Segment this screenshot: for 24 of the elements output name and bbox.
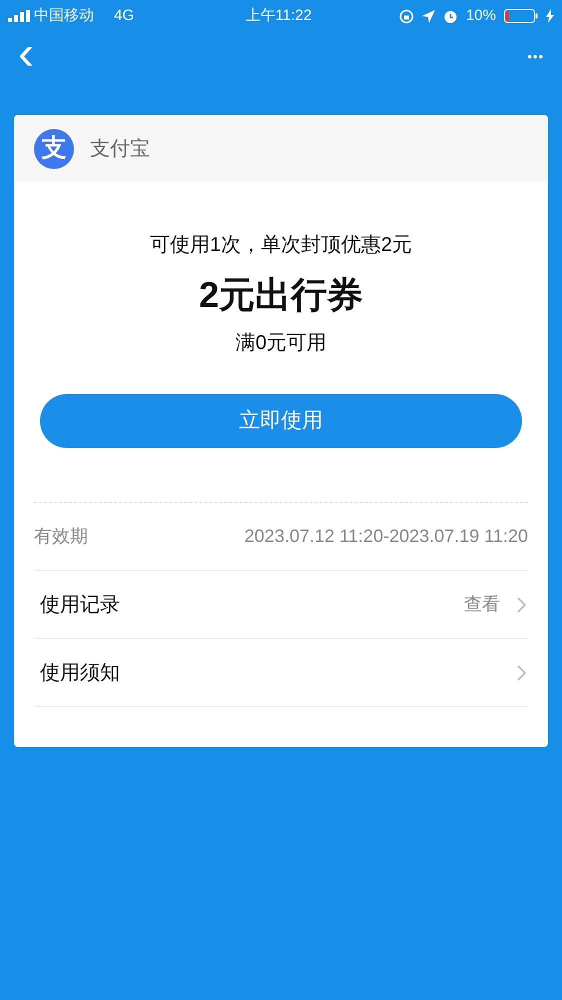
battery-icon — [504, 9, 538, 23]
brand-logo: 支 — [34, 128, 74, 168]
chevron-right-icon — [516, 664, 528, 682]
coupon-subtitle: 可使用1次，单次封顶优惠2元 — [150, 233, 412, 258]
validity-period: 2023.07.12 11:20-2023.07.19 11:20 — [244, 525, 528, 548]
location-icon — [422, 10, 435, 22]
validity-label: 有效期 — [34, 525, 88, 548]
list-item[interactable]: 使用记录 查看 — [34, 571, 528, 639]
brand-name: 支付宝 — [90, 136, 150, 162]
more-button[interactable]: ••• — [527, 47, 544, 67]
charging-icon — [546, 9, 554, 23]
signal-icon — [8, 10, 30, 22]
chevron-right-icon — [516, 596, 528, 614]
alarm-icon — [442, 8, 458, 24]
rotation-lock-icon — [398, 8, 414, 24]
use-now-button[interactable]: 立即使用 — [40, 394, 522, 448]
battery-percent: 10% — [466, 6, 496, 26]
carrier-name: 中国移动 — [34, 6, 94, 26]
clock-time: 上午11:22 — [245, 6, 312, 26]
coupon-condition: 满0元可用 — [235, 331, 327, 356]
coupon-title: 2元出行券 — [198, 273, 364, 317]
back-button[interactable]: ‹ — [18, 30, 34, 78]
list-item[interactable]: 使用须知 — [34, 639, 528, 707]
network-type: 4G — [114, 6, 134, 26]
